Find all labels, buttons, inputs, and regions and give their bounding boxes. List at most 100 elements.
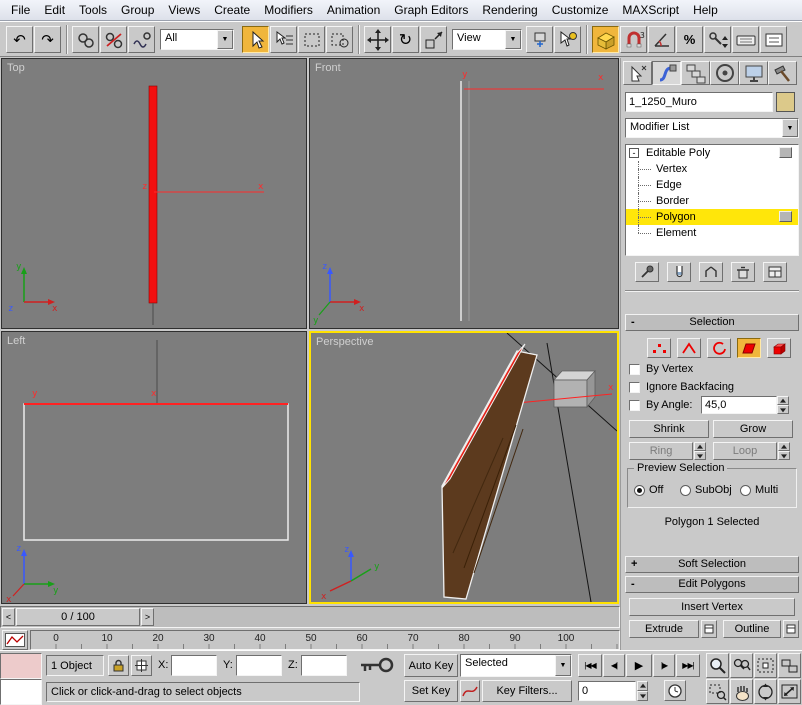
tab-motion[interactable] (710, 61, 739, 85)
grow-button[interactable]: Grow (713, 420, 793, 438)
min-max-toggle-button[interactable] (778, 679, 801, 704)
track-bar[interactable]: 0 10 20 30 40 50 60 70 80 90 100 (30, 630, 620, 650)
shrink-button[interactable]: Shrink (629, 420, 709, 438)
angle-spinner[interactable] (777, 396, 789, 414)
keyboard-shortcut-override-button[interactable] (732, 26, 759, 53)
remove-modifier-button[interactable] (731, 262, 755, 282)
menu-item-tools[interactable]: Tools (72, 1, 114, 19)
subobject-polygon-button[interactable] (737, 338, 761, 358)
select-object-button[interactable] (242, 26, 269, 53)
menu-item-rendering[interactable]: Rendering (475, 1, 544, 19)
stack-item-polygon[interactable]: Polygon (626, 209, 798, 225)
tab-hierarchy[interactable] (681, 61, 710, 85)
viewport-perspective[interactable]: Perspective x z y x (309, 331, 619, 604)
spinner-snap-toggle-button[interactable] (704, 26, 731, 53)
pan-button[interactable] (730, 679, 753, 704)
go-to-end-button[interactable]: ▶▶| (676, 654, 700, 677)
menu-item-animation[interactable]: Animation (320, 1, 387, 19)
preview-subobj-radio[interactable] (680, 485, 691, 496)
pin-stack-button[interactable] (635, 262, 659, 282)
selection-filter-dropdown[interactable]: All ▼ (160, 29, 234, 50)
unlink-button[interactable] (100, 26, 127, 53)
configure-modifier-sets-button[interactable] (763, 262, 787, 282)
menu-item-group[interactable]: Group (114, 1, 161, 19)
angle-value-field[interactable] (701, 396, 777, 414)
dropdown-arrow-icon[interactable]: ▼ (505, 30, 521, 49)
key-filters-button[interactable]: Key Filters... (482, 680, 572, 702)
subobject-element-button[interactable] (767, 338, 791, 358)
rectangular-selection-region-button[interactable] (298, 26, 325, 53)
time-slider-handle[interactable]: 0 / 100 (16, 608, 140, 626)
set-key-button[interactable]: Set Key (404, 680, 458, 702)
zoom-extents-all-button[interactable] (778, 653, 801, 678)
tab-create[interactable] (623, 61, 652, 85)
stack-item-vertex[interactable]: Vertex (626, 161, 798, 177)
object-color-swatch[interactable] (776, 92, 795, 112)
zoom-extents-button[interactable] (754, 653, 777, 678)
tab-display[interactable] (739, 61, 768, 85)
dropdown-arrow-icon[interactable]: ▼ (555, 655, 571, 676)
x-coordinate-field[interactable] (171, 655, 217, 676)
stack-item-edge[interactable]: Edge (626, 177, 798, 193)
make-unique-button[interactable] (699, 262, 723, 282)
current-frame-field[interactable] (578, 681, 636, 701)
maxscript-mini-listener[interactable] (0, 679, 42, 705)
key-tangents-button[interactable] (460, 680, 480, 702)
redo-button[interactable]: ↷ (34, 26, 61, 53)
menu-item-create[interactable]: Create (207, 1, 257, 19)
stack-item-editable-poly[interactable]: - Editable Poly (626, 145, 798, 161)
select-and-scale-button[interactable] (420, 26, 447, 53)
select-and-move-button[interactable] (364, 26, 391, 53)
percent-snap-toggle-button[interactable]: % (676, 26, 703, 53)
z-coordinate-field[interactable] (301, 655, 347, 676)
object-name-field[interactable] (625, 92, 773, 112)
zoom-all-button[interactable] (730, 653, 753, 678)
rollout-soft-selection[interactable]: + Soft Selection (625, 556, 799, 573)
set-keys-button[interactable] (354, 653, 398, 677)
frame-spinner[interactable] (637, 681, 648, 701)
arc-rotate-button[interactable] (754, 679, 777, 704)
preview-off-radio[interactable] (634, 485, 645, 496)
use-pivot-center-button[interactable] (526, 26, 553, 53)
time-slider-prev-button[interactable]: < (2, 608, 15, 626)
absolute-offset-mode-button[interactable] (131, 655, 152, 676)
region-zoom-button[interactable] (706, 679, 729, 704)
named-selection-sets-button[interactable] (760, 26, 787, 53)
selection-lock-button[interactable] (108, 655, 129, 676)
subobject-edge-button[interactable] (677, 338, 701, 358)
maxscript-mini-listener-macro[interactable] (0, 653, 42, 679)
outline-button[interactable]: Outline (723, 620, 781, 638)
extrude-button[interactable]: Extrude (629, 620, 699, 638)
next-frame-button[interactable]: |▶ (653, 654, 675, 677)
snap-toggle-3d-button[interactable] (592, 26, 619, 53)
rollout-selection[interactable]: - Selection (625, 314, 799, 331)
viewport-top[interactable]: Top z x y x z (1, 58, 307, 329)
select-and-rotate-button[interactable]: ↻ (392, 26, 419, 53)
stack-collapse-icon[interactable]: - (629, 148, 639, 158)
menu-item-edit[interactable]: Edit (37, 1, 72, 19)
snap-mode-button[interactable]: 3 (620, 26, 647, 53)
by-angle-checkbox[interactable] (629, 400, 640, 411)
play-button[interactable]: ▶ (626, 654, 652, 677)
undo-button[interactable]: ↶ (6, 26, 33, 53)
rollout-edit-polygons[interactable]: - Edit Polygons (625, 576, 799, 593)
ignore-backfacing-checkbox[interactable] (629, 382, 640, 393)
loop-button[interactable]: Loop (713, 442, 777, 460)
key-filter-set-dropdown[interactable]: Selected ▼ (460, 654, 572, 677)
select-and-manipulate-button[interactable] (554, 26, 581, 53)
angle-snap-toggle-button[interactable] (648, 26, 675, 53)
menu-item-file[interactable]: File (4, 1, 37, 19)
menu-item-modifiers[interactable]: Modifiers (257, 1, 320, 19)
coordinate-system-dropdown[interactable]: View ▼ (452, 29, 522, 50)
stack-item-element[interactable]: Element (626, 225, 798, 241)
preview-multi-radio[interactable] (740, 485, 751, 496)
subobject-vertex-button[interactable] (647, 338, 671, 358)
dropdown-arrow-icon[interactable]: ▼ (782, 119, 798, 137)
select-by-name-button[interactable] (270, 26, 297, 53)
extrude-settings-button[interactable] (701, 620, 717, 638)
menu-item-graph-editors[interactable]: Graph Editors (387, 1, 475, 19)
auto-key-button[interactable]: Auto Key (404, 654, 458, 677)
show-end-result-button[interactable] (667, 262, 691, 282)
modifier-enable-icon[interactable] (779, 147, 792, 158)
by-vertex-checkbox[interactable] (629, 364, 640, 375)
